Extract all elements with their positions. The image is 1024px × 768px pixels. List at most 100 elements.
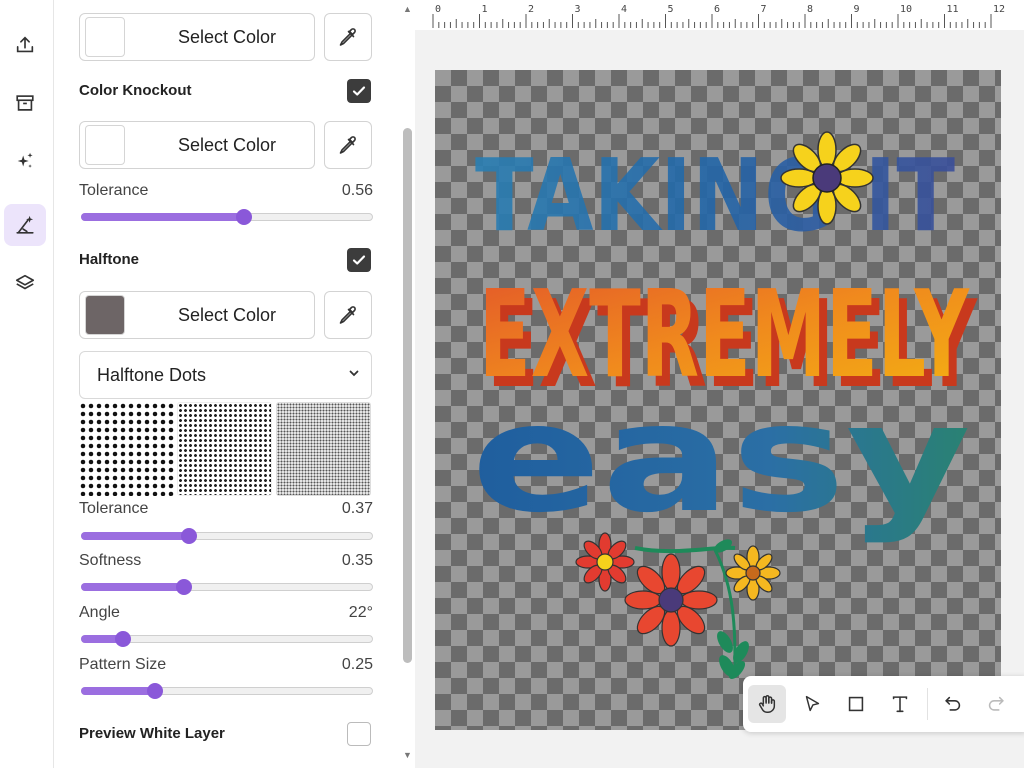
ruler-label: 4 (621, 4, 627, 15)
angle-value: 22° (348, 604, 373, 621)
toolbar-divider (927, 688, 928, 720)
scroll-up-icon[interactable]: ▲ (403, 4, 412, 14)
halftone-select-color-button[interactable]: Select Color (79, 291, 315, 339)
artboard[interactable]: TAKING IT EXTREMELY EXTREMELY easy (435, 70, 1001, 730)
scrollbar-thumb[interactable] (403, 128, 412, 663)
softness-value: 0.35 (341, 552, 373, 569)
ruler-label: 10 (900, 4, 912, 15)
icon-rail (0, 0, 54, 768)
text-icon (892, 696, 908, 713)
pattern-size-label: Pattern Size (79, 656, 167, 673)
flower-bouquet-graphic (575, 532, 781, 680)
slider-fill (81, 213, 244, 221)
pattern-preset-medium[interactable] (177, 402, 272, 496)
sparkles-icon (17, 152, 33, 168)
ruler-ticks: 0 1 2 3 4 5 6 7 8 9 10 11 12 (432, 4, 1005, 28)
knockout-tolerance-label: Tolerance (79, 182, 149, 199)
check-icon (352, 255, 366, 265)
eyedropper-icon (339, 28, 356, 46)
knockout-tolerance-value: 0.56 (341, 182, 373, 199)
design-artwork[interactable]: TAKING IT EXTREMELY EXTREMELY easy (435, 70, 1001, 730)
halftone-pattern-presets (79, 402, 372, 496)
halftone-tolerance-label: Tolerance (79, 500, 149, 517)
top-eyedropper-button[interactable] (324, 13, 372, 61)
select-tool-button[interactable] (793, 685, 831, 723)
rail-effects-button[interactable] (4, 140, 46, 182)
ruler-label: 6 (714, 4, 720, 15)
halftone-style-value: Halftone Dots (97, 364, 207, 385)
horizontal-ruler: 0 1 2 3 4 5 6 7 8 9 10 11 12 (415, 0, 1024, 30)
hand-icon (758, 695, 776, 713)
scroll-down-icon[interactable]: ▼ (403, 750, 412, 760)
angle-label: Angle (79, 604, 120, 621)
slider-handle[interactable] (236, 209, 253, 225)
redo-button[interactable] (977, 685, 1015, 723)
app-root: Select Color Color Knockout Select Color… (0, 0, 1024, 768)
slider-handle[interactable] (146, 683, 163, 699)
pointer-icon (805, 695, 820, 712)
knockout-select-color-label: Select Color (177, 134, 277, 155)
top-select-color-button[interactable]: Select Color (79, 13, 315, 61)
knockout-color-swatch (85, 125, 125, 165)
halftone-select-color-label: Select Color (177, 304, 277, 325)
archive-icon (16, 95, 34, 111)
ruler-label: 11 (947, 4, 959, 15)
pattern-size-slider[interactable] (81, 683, 373, 699)
text-tool-button[interactable] (881, 685, 919, 723)
halftone-eyedropper-button[interactable] (324, 291, 372, 339)
slider-fill (81, 583, 183, 591)
chevron-down-icon (349, 370, 359, 377)
rectangle-tool-button[interactable] (837, 685, 875, 723)
rail-magic-button[interactable] (4, 204, 46, 246)
halftone-tolerance-value: 0.37 (341, 500, 373, 517)
halftone-style-select[interactable]: Halftone Dots (79, 351, 372, 399)
undo-button[interactable] (934, 685, 972, 723)
pattern-preset-large[interactable] (79, 402, 174, 496)
panel-scrollbar[interactable]: ▲ ▼ (401, 0, 415, 768)
eyedropper-icon (339, 136, 356, 154)
slider-fill (81, 687, 154, 695)
undo-icon (945, 696, 961, 711)
ruler-label: 5 (668, 4, 674, 15)
magic-wand-icon (16, 215, 34, 234)
top-color-row: Select Color (79, 13, 372, 61)
halftone-tolerance-slider[interactable] (81, 528, 373, 544)
slider-handle[interactable] (175, 579, 192, 595)
ruler-label: 8 (807, 4, 813, 15)
knockout-tolerance-slider[interactable] (81, 209, 373, 225)
ruler-label: 3 (575, 4, 581, 15)
artwork-line-1: TAKING IT (475, 137, 955, 254)
rail-archive-button[interactable] (4, 82, 46, 124)
sunflower-graphic (780, 131, 874, 225)
halftone-checkbox[interactable] (347, 248, 371, 272)
halftone-title: Halftone (79, 251, 139, 268)
knockout-color-row: Select Color (79, 121, 372, 169)
canvas-area: 0 1 2 3 4 5 6 7 8 9 10 11 12 TAKING IT EXTREMELY (415, 0, 1024, 768)
color-knockout-checkbox[interactable] (347, 79, 371, 103)
ruler-label: 12 (993, 4, 1005, 15)
softness-slider[interactable] (81, 579, 373, 595)
slider-handle[interactable] (181, 528, 198, 544)
halftone-color-row: Select Color (79, 291, 372, 339)
ruler-label: 9 (854, 4, 860, 15)
pattern-preset-fine[interactable] (276, 402, 371, 496)
slider-handle[interactable] (114, 631, 131, 647)
color-knockout-title: Color Knockout (79, 82, 192, 99)
check-icon (352, 86, 366, 96)
ruler-label: 7 (761, 4, 767, 15)
rail-upload-button[interactable] (4, 24, 46, 66)
knockout-select-color-button[interactable]: Select Color (79, 121, 315, 169)
upload-icon (16, 36, 34, 53)
knockout-eyedropper-button[interactable] (324, 121, 372, 169)
settings-panel: Select Color Color Knockout Select Color… (55, 0, 400, 768)
rectangle-icon (848, 696, 864, 712)
angle-slider[interactable] (81, 631, 373, 647)
preview-white-layer-label: Preview White Layer (79, 725, 225, 742)
preview-white-layer-checkbox[interactable] (347, 722, 371, 746)
hand-tool-button[interactable] (748, 685, 786, 723)
rail-layers-button[interactable] (4, 262, 46, 304)
halftone-color-swatch (85, 295, 125, 335)
pattern-size-value: 0.25 (341, 656, 373, 673)
slider-fill (81, 532, 189, 540)
top-select-color-label: Select Color (177, 26, 277, 47)
